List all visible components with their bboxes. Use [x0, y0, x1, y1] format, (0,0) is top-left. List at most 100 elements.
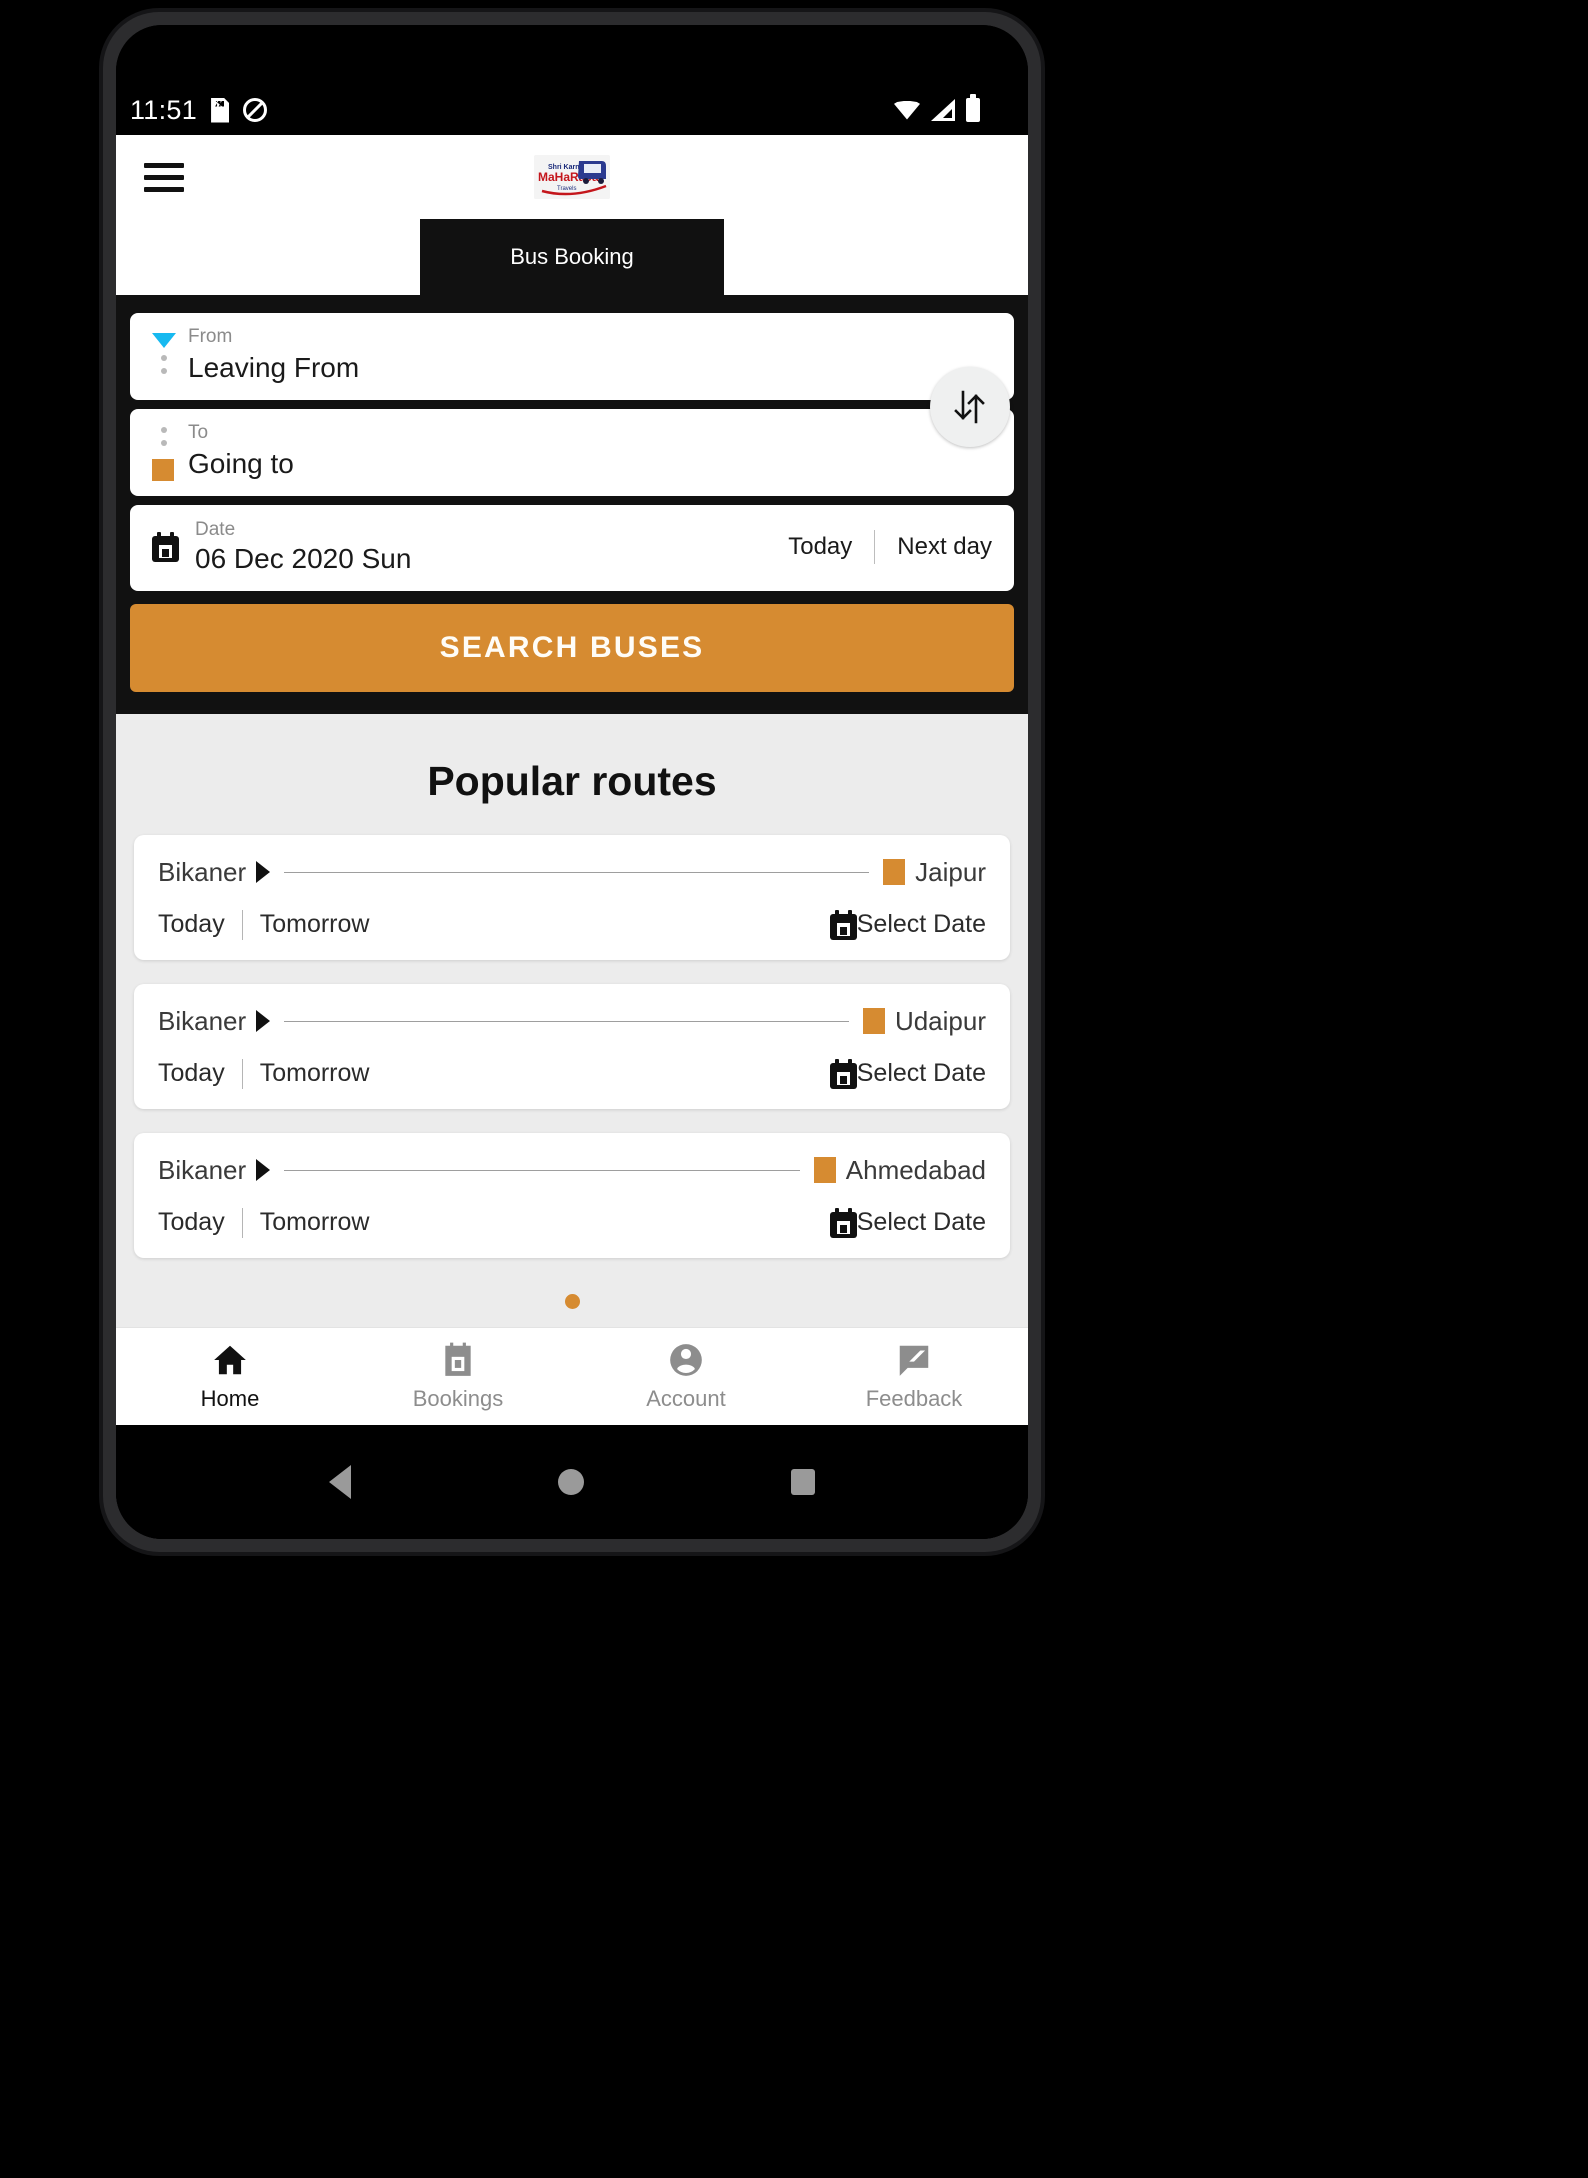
status-bar-right: [894, 94, 980, 122]
from-input[interactable]: Leaving From: [188, 352, 992, 384]
route-dots-icon: [161, 355, 167, 381]
route-origin: Bikaner: [158, 1154, 247, 1185]
calendar-icon: [445, 1342, 471, 1376]
route-today-button[interactable]: Today: [158, 910, 225, 939]
hamburger-menu-icon[interactable]: [144, 156, 184, 199]
destination-marker-icon: [862, 1008, 885, 1035]
home-icon: [214, 1345, 246, 1375]
nav-item-feedback[interactable]: Feedback: [800, 1328, 1028, 1425]
route-select-date-button[interactable]: Select Date: [800, 1207, 986, 1238]
date-quick-actions: Today Next day: [788, 529, 992, 564]
android-navigation-bar: [116, 1425, 1028, 1539]
nav-label-home: Home: [200, 1386, 260, 1411]
device-screen-bezel: 11:51 Shri Karni MaHaRaJa Travels Bus Bo…: [116, 25, 1028, 1539]
status-bar-left: 11:51: [130, 94, 268, 126]
phone-screen: 11:51 Shri Karni MaHaRaJa Travels Bus Bo…: [116, 25, 1028, 1539]
tab-left-spacer[interactable]: [116, 219, 420, 295]
nav-label-account: Account: [646, 1386, 726, 1411]
route-connector: [284, 871, 870, 873]
date-text: Date 06 Dec 2020 Sun: [195, 519, 411, 575]
wifi-icon: [894, 100, 920, 120]
nav-label-feedback: Feedback: [865, 1386, 963, 1411]
popular-routes-section: Popular routes Bikaner Jaipur Today Tomo…: [116, 713, 1028, 1332]
route-endpoints: Bikaner Udaipur: [158, 1006, 986, 1037]
feedback-icon: [899, 1345, 929, 1376]
destination-marker-icon: [883, 859, 906, 886]
divider: [241, 909, 243, 940]
divider: [874, 529, 876, 564]
account-circle-icon: [670, 1344, 702, 1376]
arrow-right-icon: [256, 1159, 271, 1182]
date-field[interactable]: Date 06 Dec 2020 Sun Today Next day: [130, 504, 1014, 591]
pager-dot-active[interactable]: [564, 1293, 580, 1309]
status-bar: 11:51: [116, 87, 1028, 133]
select-date-label: Select Date: [856, 1208, 986, 1237]
route-actions: Today Tomorrow Select Date: [158, 1058, 986, 1089]
route-today-button[interactable]: Today: [158, 1208, 225, 1237]
date-next-day-button[interactable]: Next day: [897, 533, 992, 561]
route-tomorrow-button[interactable]: Tomorrow: [260, 1208, 370, 1237]
signal-icon: [931, 99, 955, 121]
arrow-right-icon: [256, 861, 271, 884]
select-date-label: Select Date: [856, 1059, 986, 1088]
do-not-disturb-icon: [243, 98, 268, 122]
date-today-button[interactable]: Today: [788, 533, 852, 561]
app-container: Shri Karni MaHaRaJa Travels Bus Booking …: [116, 135, 1028, 1425]
from-marker-icon: [152, 333, 176, 348]
tab-right-spacer[interactable]: [724, 219, 1028, 295]
route-destination: Jaipur: [915, 856, 986, 887]
route-connector: [284, 1020, 849, 1022]
calendar-icon: [152, 531, 179, 562]
nav-item-home[interactable]: Home: [116, 1328, 344, 1425]
to-label: To: [188, 421, 209, 443]
route-destination: Udaipur: [894, 1005, 986, 1036]
nav-item-account[interactable]: Account: [572, 1328, 800, 1425]
to-marker-icon: [152, 458, 174, 481]
route-actions: Today Tomorrow Select Date: [158, 1207, 986, 1238]
route-card[interactable]: Bikaner Ahmedabad Today Tomorrow Select …: [134, 1132, 1010, 1258]
status-time: 11:51: [130, 94, 198, 125]
tab-bus-booking[interactable]: Bus Booking: [420, 219, 724, 295]
to-field[interactable]: To Going to: [130, 408, 1014, 496]
select-date-label: Select Date: [856, 910, 986, 939]
date-label: Date: [195, 518, 236, 540]
divider: [241, 1207, 243, 1238]
carousel-pager[interactable]: [116, 1282, 1028, 1332]
route-endpoints: Bikaner Ahmedabad: [158, 1155, 986, 1186]
date-value[interactable]: 06 Dec 2020 Sun: [195, 543, 411, 575]
route-origin: Bikaner: [158, 856, 247, 887]
destination-marker-icon: [813, 1157, 836, 1184]
route-select-date-button[interactable]: Select Date: [800, 909, 986, 940]
search-panel: From Leaving From To Going to Date 06 De…: [116, 295, 1028, 714]
calendar-icon: [815, 909, 857, 940]
to-input[interactable]: Going to: [188, 448, 992, 480]
tab-bar: Bus Booking: [116, 219, 1028, 295]
route-tomorrow-button[interactable]: Tomorrow: [260, 1059, 370, 1088]
svg-text:Travels: Travels: [557, 186, 576, 192]
route-dots-icon: [161, 426, 167, 453]
from-field[interactable]: From Leaving From: [130, 313, 1014, 400]
home-circle-icon[interactable]: [557, 1469, 584, 1495]
route-card[interactable]: Bikaner Jaipur Today Tomorrow Select Dat…: [134, 834, 1010, 960]
battery-icon: [966, 94, 980, 122]
back-triangle-icon[interactable]: [329, 1465, 352, 1499]
app-bar: Shri Karni MaHaRaJa Travels: [116, 135, 1028, 219]
route-select-date-button[interactable]: Select Date: [800, 1058, 986, 1089]
swap-vertical-icon[interactable]: [930, 367, 1010, 447]
route-card[interactable]: Bikaner Udaipur Today Tomorrow Select Da…: [134, 983, 1010, 1109]
app-logo: Shri Karni MaHaRaJa Travels: [534, 155, 610, 199]
sd-card-icon: [211, 98, 229, 123]
route-origin: Bikaner: [158, 1005, 247, 1036]
divider: [241, 1058, 243, 1089]
route-endpoints: Bikaner Jaipur: [158, 857, 986, 888]
route-today-button[interactable]: Today: [158, 1059, 225, 1088]
route-tomorrow-button[interactable]: Tomorrow: [260, 910, 370, 939]
route-destination: Ahmedabad: [845, 1154, 986, 1185]
search-buses-button[interactable]: SEARCH BUSES: [130, 603, 1014, 692]
arrow-right-icon: [256, 1010, 271, 1033]
route-actions: Today Tomorrow Select Date: [158, 909, 986, 940]
route-connector: [284, 1169, 800, 1171]
device-frame: 11:51 Shri Karni MaHaRaJa Travels Bus Bo…: [103, 12, 1041, 1552]
recents-square-icon[interactable]: [790, 1469, 815, 1495]
nav-item-bookings[interactable]: Bookings: [344, 1328, 572, 1425]
